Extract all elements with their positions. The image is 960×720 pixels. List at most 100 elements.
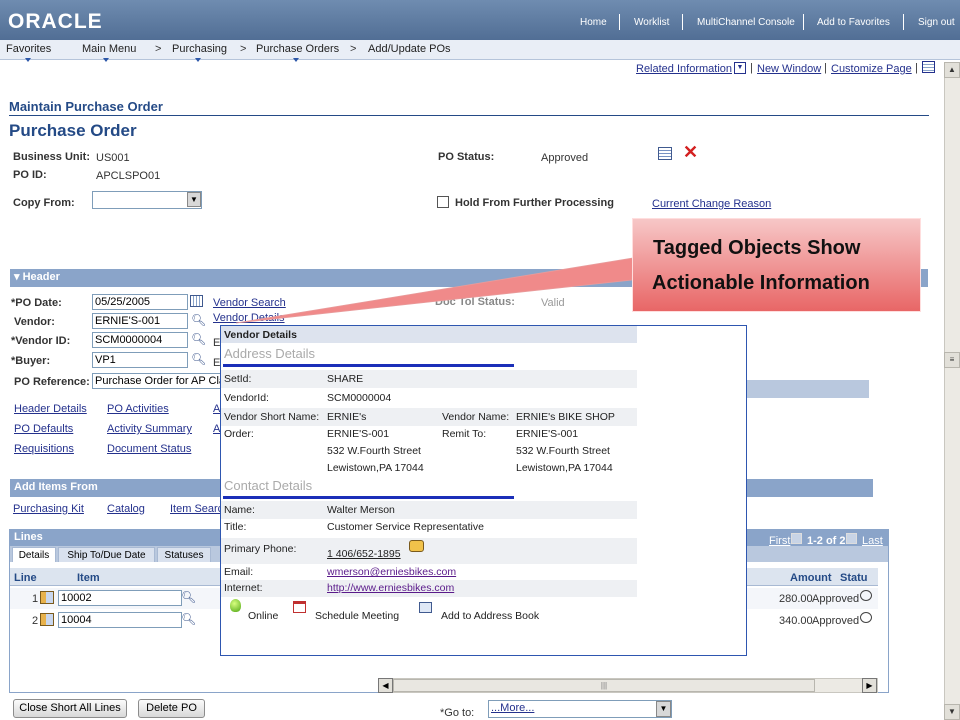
separator (803, 14, 804, 30)
purchasing-kit-link[interactable]: Purchasing Kit (13, 503, 84, 515)
scroll-up-button[interactable]: ▲ (944, 62, 960, 78)
home-link[interactable]: Home (580, 17, 607, 28)
line-number: 1 (32, 593, 39, 605)
document-icon[interactable] (658, 147, 672, 160)
cancel-icon[interactable]: ✕ (683, 142, 698, 163)
search-icon[interactable]: 🔍︎ (191, 352, 206, 366)
scroll-left-button[interactable]: ◀ (378, 678, 393, 693)
delete-po-button[interactable]: Delete PO (138, 699, 205, 718)
chevron-down-icon (103, 58, 109, 62)
calendar-icon[interactable] (190, 295, 203, 307)
callout-line-1: Tagged Objects Show (653, 237, 861, 259)
breadcrumb-separator: > (350, 43, 357, 55)
table-row (221, 370, 637, 388)
separator (682, 14, 683, 30)
purchase-orders-menu[interactable]: Purchase Orders (256, 43, 339, 55)
callout-box: Tagged Objects Show Actionable Informati… (632, 218, 921, 312)
new-window-link[interactable]: New Window (757, 63, 821, 75)
address-book-icon[interactable] (419, 602, 432, 613)
multichannel-console-link[interactable]: MultiChannel Console (697, 17, 795, 28)
tab-statuses[interactable]: Statuses (157, 547, 211, 562)
po-activities-link[interactable]: PO Activities (107, 403, 169, 415)
tab-details[interactable]: Details (12, 547, 56, 562)
comment-icon[interactable] (860, 590, 872, 601)
grid-icon[interactable] (922, 61, 935, 73)
vendor-short-name-value: ERNIE's (327, 411, 367, 423)
comment-icon[interactable] (860, 612, 872, 623)
contact-details-heading: Contact Details (224, 478, 313, 493)
add-update-pos-menu[interactable]: Add/Update POs (368, 43, 451, 55)
po-reference-label: PO Reference: (14, 376, 90, 388)
vendorid-label: VendorId: (224, 392, 269, 404)
previous-arrow-icon[interactable] (791, 533, 802, 544)
go-to-select[interactable]: ...More... (488, 700, 672, 718)
tab-ship-to-due-date[interactable]: Ship To/Due Date (58, 547, 155, 562)
hold-checkbox[interactable] (437, 196, 449, 208)
last-link[interactable]: Last (862, 535, 883, 547)
first-link[interactable]: First (769, 535, 790, 547)
vendor-name-value: ERNIE's BIKE SHOP (516, 411, 615, 423)
scroll-right-button[interactable]: ▶ (862, 678, 877, 693)
chevron-down-icon[interactable]: ▼ (656, 701, 671, 717)
related-information-link[interactable]: Related Information (636, 63, 732, 75)
worklist-link[interactable]: Worklist (634, 17, 669, 28)
status-value: Approved (812, 615, 860, 627)
col-item: Item (77, 572, 100, 584)
name-value: Walter Merson (327, 504, 395, 516)
line-details-icon[interactable] (40, 613, 54, 626)
vendor-details-popup: Vendor Details Address Details SetId: SH… (220, 325, 747, 656)
search-icon[interactable]: 🔍︎ (191, 313, 206, 327)
search-icon[interactable]: 🔍︎ (181, 612, 196, 626)
chevron-down-icon[interactable]: ▼ (187, 192, 201, 207)
scroll-down-button[interactable]: ▼ (944, 704, 960, 720)
vendor-label: Vendor: (14, 316, 55, 328)
vendor-id-input[interactable]: SCM0000004 (92, 332, 188, 348)
vertical-scrollbar[interactable] (944, 62, 960, 720)
search-icon[interactable]: 🔍︎ (191, 332, 206, 346)
remit-to-value: ERNIE'S-001 (516, 428, 579, 440)
top-banner (0, 0, 960, 44)
po-defaults-link[interactable]: PO Defaults (14, 423, 73, 435)
go-to-label: *Go to: (440, 707, 475, 719)
close-short-all-lines-button[interactable]: Close Short All Lines (13, 699, 127, 718)
schedule-meeting-link[interactable]: Schedule Meeting (315, 610, 399, 622)
email-link[interactable]: wmerson@erniesbikes.com (327, 566, 456, 578)
current-change-reason-link[interactable]: Current Change Reason (652, 198, 771, 210)
requisitions-link[interactable]: Requisitions (14, 443, 74, 455)
catalog-link[interactable]: Catalog (107, 503, 145, 515)
line-details-icon[interactable] (40, 591, 54, 604)
scroll-thumb[interactable]: ||| (393, 679, 815, 692)
phone-icon[interactable] (409, 540, 424, 552)
business-unit-value: US001 (96, 152, 130, 164)
online-status: Online (248, 610, 279, 622)
table-row (221, 501, 637, 519)
po-reference-input[interactable]: Purchase Order for AP Cla (92, 373, 222, 389)
dropdown-icon[interactable]: ▼ (734, 62, 746, 74)
purchasing-menu[interactable]: Purchasing (172, 43, 227, 55)
calendar-icon[interactable] (293, 601, 306, 613)
main-menu[interactable]: Main Menu (82, 43, 136, 55)
search-icon[interactable]: 🔍︎ (181, 590, 196, 604)
item-search-link[interactable]: Item Searc (170, 503, 223, 515)
next-arrow-icon[interactable] (846, 533, 857, 544)
header-details-link[interactable]: Header Details (14, 403, 87, 415)
item-input[interactable]: 10002 (58, 590, 182, 606)
scroll-thumb-grip[interactable]: ≡ (944, 352, 960, 368)
copy-from-select[interactable] (92, 191, 202, 209)
buyer-input[interactable]: VP1 (92, 352, 188, 368)
sign-out-link[interactable]: Sign out (918, 17, 955, 28)
item-input[interactable]: 10004 (58, 612, 182, 628)
separator (619, 14, 620, 30)
phone-link[interactable]: 1 406/652-1895 (327, 548, 401, 560)
vendor-input[interactable]: ERNIE'S-001 (92, 313, 188, 329)
document-status-link[interactable]: Document Status (107, 443, 191, 455)
favorites-menu[interactable]: Favorites (6, 43, 51, 55)
add-to-address-book-link[interactable]: Add to Address Book (441, 610, 539, 622)
setid-value: SHARE (327, 373, 364, 385)
add-to-favorites-link[interactable]: Add to Favorites (817, 17, 890, 28)
customize-page-link[interactable]: Customize Page (831, 63, 912, 75)
order-value: ERNIE'S-001 (327, 428, 390, 440)
activity-summary-link[interactable]: Activity Summary (107, 423, 192, 435)
internet-link[interactable]: http://www.erniesbikes.com (327, 582, 454, 594)
po-date-input[interactable]: 05/25/2005 (92, 294, 188, 310)
